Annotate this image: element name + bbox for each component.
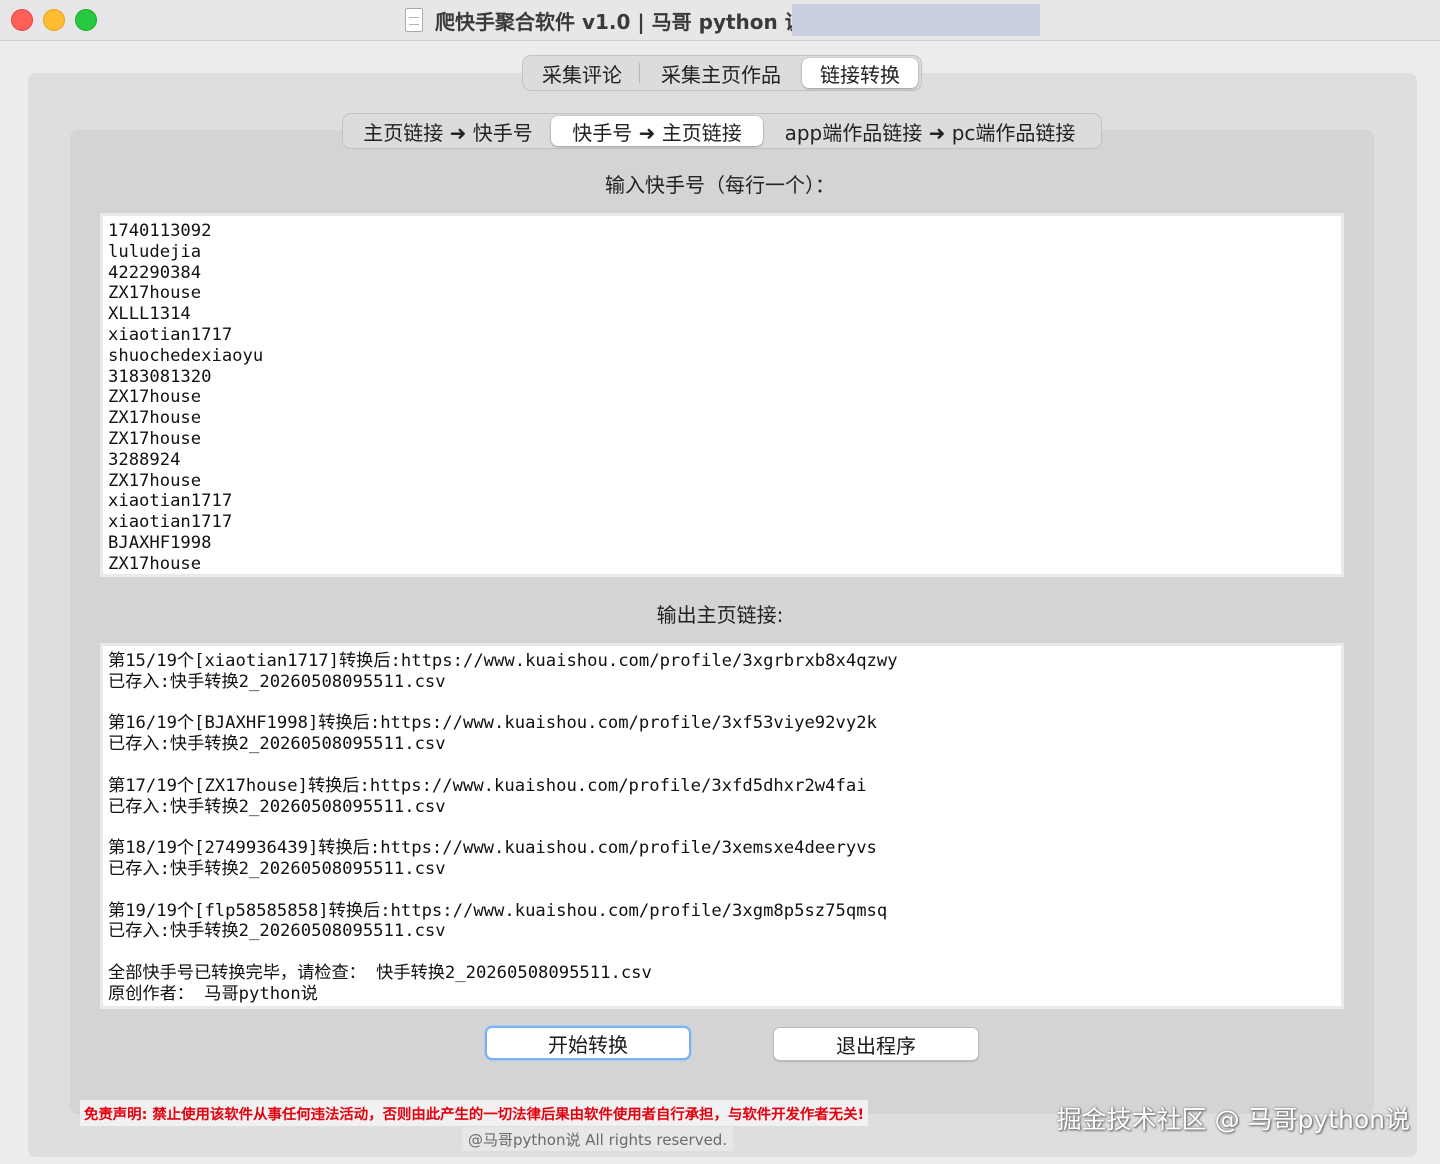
input-label: 输入快手号（每行一个）：	[605, 173, 835, 197]
tab-collect-comments[interactable]: 采集评论	[525, 58, 639, 88]
text-line	[108, 693, 1341, 714]
tab-label: 采集主页作品	[661, 62, 781, 87]
zoom-window-button[interactable]	[75, 9, 97, 31]
text-line: ZX17house	[108, 283, 202, 304]
homepage-link-output[interactable]: 第15/19个[xiaotian1717]转换后:https://www.kua…	[100, 643, 1344, 1009]
text-line	[108, 817, 1341, 838]
tab-link-convert[interactable]: 链接转换	[802, 58, 918, 88]
text-line: 3288924	[108, 449, 181, 470]
close-window-button[interactable]	[11, 9, 33, 31]
text-line: xiaotian1717	[108, 512, 233, 533]
text-line: ZX17house	[108, 470, 202, 491]
text-line: 已存入:快手转换2_20260508095511.csv	[108, 796, 446, 817]
text-line: xiaotian1717	[108, 324, 233, 345]
main-tab-bar: 采集评论 采集主页作品 链接转换	[522, 55, 922, 91]
text-line	[108, 755, 1341, 776]
text-line: BJAXHF1998	[108, 532, 212, 553]
redacted-title-area	[792, 4, 1040, 36]
tab-id-to-homepage[interactable]: 快手号 ➜ 主页链接	[551, 116, 763, 146]
text-line: 1740113092	[108, 221, 212, 241]
button-label: 退出程序	[836, 1033, 916, 1058]
text-line	[108, 942, 1341, 963]
text-line: 第15/19个[xiaotian1717]转换后:https://www.kua…	[108, 651, 898, 671]
text-line: 3183081320	[108, 366, 212, 387]
minimize-window-button[interactable]	[43, 9, 65, 31]
text-line: 已存入:快手转换2_20260508095511.csv	[108, 734, 446, 755]
text-line: luludejia	[108, 241, 202, 262]
title-bar: 爬快手聚合软件 v1.0 | 马哥 python 说 |	[0, 0, 1440, 41]
tab-label: 快手号 ➜ 主页链接	[572, 120, 742, 145]
text-line: 第19/19个[flp58585858]转换后:https://www.kuai…	[108, 900, 888, 921]
text-line: shuochedexiaoyu	[108, 345, 264, 366]
text-line: 第17/19个[ZX17house]转换后:https://www.kuaish…	[108, 775, 867, 796]
text-line: 第18/19个[2749936439]转换后:https://www.kuais…	[108, 838, 877, 859]
text-line: 已存入:快手转换2_20260508095511.csv	[108, 858, 446, 879]
output-label: 输出主页链接:	[656, 603, 784, 627]
watermark: 掘金技术社区 @ 马哥python说	[1056, 1105, 1410, 1134]
text-line: 422290384	[108, 262, 202, 283]
tab-label: app端作品链接 ➜ pc端作品链接	[784, 120, 1076, 145]
tab-label: 采集评论	[542, 62, 622, 87]
window-title: 爬快手聚合软件 v1.0 | 马哥 python 说 |	[405, 6, 819, 34]
start-convert-button[interactable]: 开始转换	[485, 1026, 691, 1060]
sub-tab-bar: 主页链接 ➜ 快手号 快手号 ➜ 主页链接 app端作品链接 ➜ pc端作品链接	[342, 113, 1102, 149]
tab-label: 主页链接 ➜ 快手号	[363, 120, 533, 145]
exit-program-button[interactable]: 退出程序	[773, 1027, 979, 1061]
text-line: XLLL1314	[108, 304, 191, 325]
tab-app-to-pc-link[interactable]: app端作品链接 ➜ pc端作品链接	[763, 116, 1097, 146]
text-line: ZX17house	[108, 428, 202, 449]
tab-label: 链接转换	[820, 62, 900, 87]
tab-collect-homepage-works[interactable]: 采集主页作品	[640, 58, 802, 88]
window-title-text: 爬快手聚合软件 v1.0 | 马哥 python 说 |	[435, 9, 819, 34]
text-line: 已存入:快手转换2_20260508095511.csv	[108, 921, 446, 942]
button-label: 开始转换	[548, 1032, 628, 1057]
kuaishou-id-input[interactable]: 1740113092 luludejia 422290384 ZX17house XLL…	[100, 213, 1344, 577]
text-line: 已存入:快手转换2_20260508095511.csv	[108, 671, 446, 692]
text-line: 全部快手号已转换完毕，请检查： 快手转换2_20260508095511.csv	[108, 962, 652, 983]
disclaimer-text: 免责声明: 禁止使用该软件从事任何违法活动，否则由此产生的一切法律后果由软件使用…	[80, 1100, 869, 1126]
text-line	[108, 880, 1341, 901]
copyright-text: @马哥python说 All rights reserved.	[462, 1127, 734, 1151]
text-line: ZX17house	[108, 408, 202, 429]
text-line: 原创作者： 马哥python说	[108, 983, 318, 1004]
tab-homepage-to-id[interactable]: 主页链接 ➜ 快手号	[345, 116, 551, 146]
text-line: ZX17house	[108, 387, 202, 408]
text-line: ZX17house	[108, 553, 202, 574]
text-line: 第16/19个[BJAXHF1998]转换后:https://www.kuais…	[108, 713, 877, 734]
document-icon	[405, 8, 423, 32]
text-line: xiaotian1717	[108, 491, 233, 512]
